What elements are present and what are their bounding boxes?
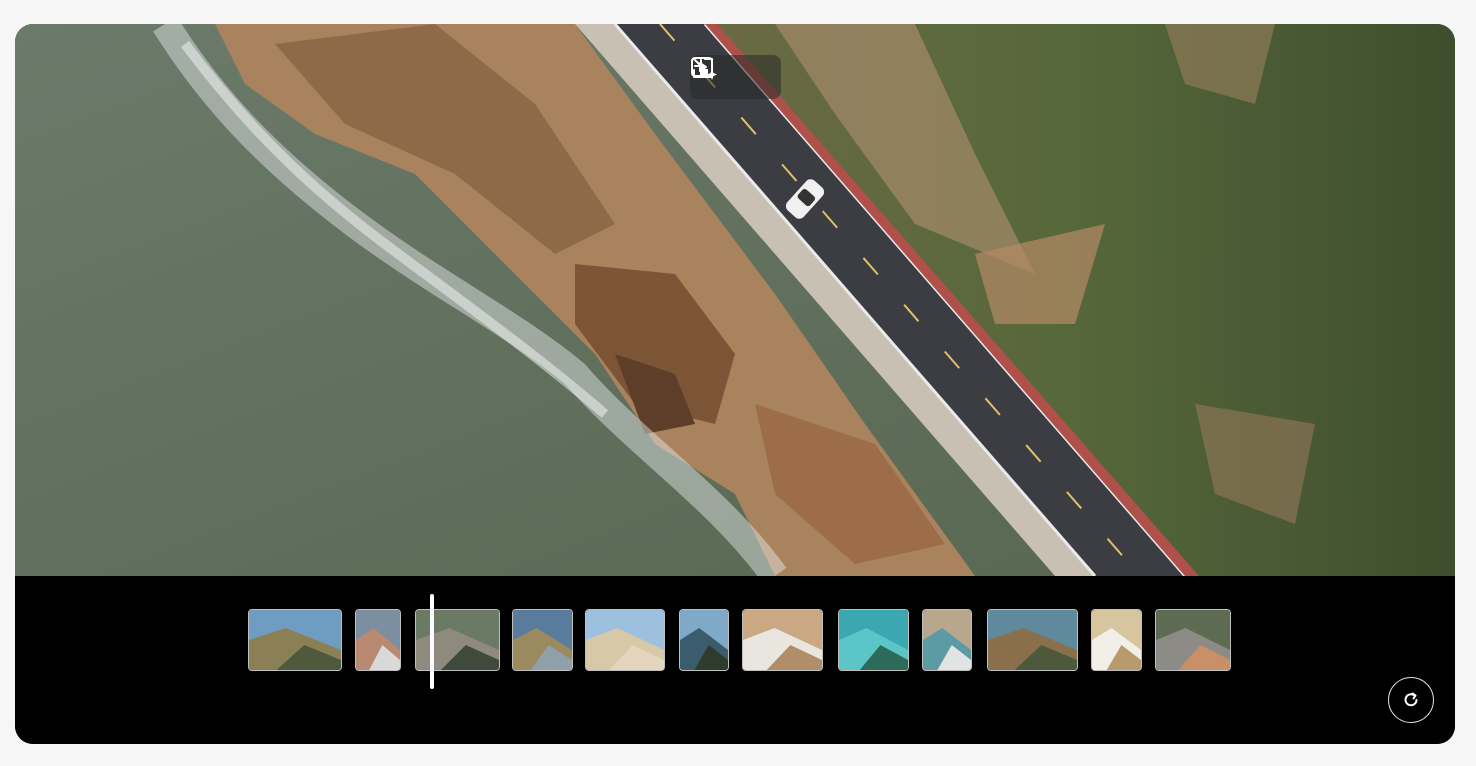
timeline-clip[interactable]	[512, 609, 573, 671]
video-player	[15, 24, 1455, 744]
timeline-clip[interactable]	[355, 609, 401, 671]
video-preview[interactable]	[15, 24, 1455, 576]
timeline-clip[interactable]	[922, 609, 972, 671]
timeline-clip[interactable]	[1155, 609, 1231, 671]
timeline-clip[interactable]	[415, 609, 500, 671]
timeline-clip[interactable]	[987, 609, 1078, 671]
refresh-button[interactable]	[1388, 677, 1434, 723]
timeline-clip[interactable]	[1091, 609, 1142, 671]
timeline-clip[interactable]	[679, 609, 729, 671]
timeline-clip[interactable]	[742, 609, 823, 671]
refresh-icon	[1404, 692, 1418, 707]
aerial-coast-image	[15, 24, 1455, 576]
timeline-clip[interactable]	[838, 609, 909, 671]
timeline	[15, 576, 1455, 744]
playhead[interactable]	[430, 594, 434, 689]
preview-controls	[690, 55, 781, 99]
timeline-clip[interactable]	[585, 609, 665, 671]
timeline-clip[interactable]	[248, 609, 342, 671]
ai-play-sparkle-icon[interactable]	[691, 57, 775, 94]
